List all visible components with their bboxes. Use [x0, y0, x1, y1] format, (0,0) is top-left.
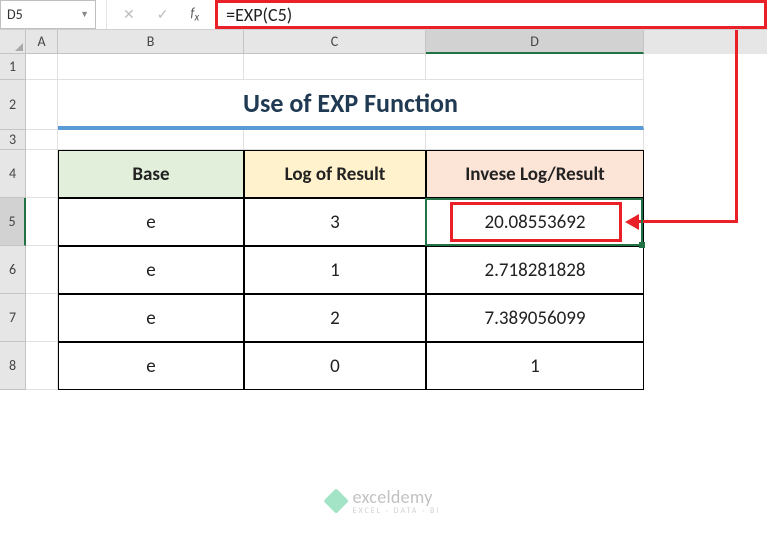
spreadsheet-grid: A B C D 1 2 Use of EXP Function 3: [0, 30, 767, 390]
logo-icon: [323, 488, 348, 513]
cell-a6[interactable]: [26, 246, 58, 294]
cell-b5[interactable]: e: [58, 198, 244, 246]
cell-d5[interactable]: 20.08553692: [426, 198, 644, 246]
row-header-4[interactable]: 4: [0, 150, 26, 198]
cell-c8[interactable]: 0: [244, 342, 426, 390]
formula-bar: D5 ▼ ✕ ✓ fx =EXP(C5): [0, 0, 767, 30]
cell-a5[interactable]: [26, 198, 58, 246]
formula-text: =EXP(C5): [226, 4, 292, 26]
arrow-head-icon: [625, 214, 639, 230]
annotation-arrow: [638, 220, 738, 223]
cell-d6[interactable]: 2.718281828: [426, 246, 644, 294]
separator: [106, 0, 107, 29]
cell-a8[interactable]: [26, 342, 58, 390]
cell-d3[interactable]: [426, 130, 644, 150]
watermark: exceldemy EXCEL · DATA · BI: [327, 486, 441, 516]
row-header-1[interactable]: 1: [0, 54, 26, 80]
formula-input[interactable]: =EXP(C5): [215, 0, 767, 29]
cell-b8[interactable]: e: [58, 342, 244, 390]
row-header-5[interactable]: 5: [0, 198, 26, 246]
row-header-6[interactable]: 6: [0, 246, 26, 294]
cell-c5[interactable]: 3: [244, 198, 426, 246]
header-log[interactable]: Log of Result: [244, 150, 426, 198]
cell-c6[interactable]: 1: [244, 246, 426, 294]
watermark-name: exceldemy: [353, 486, 433, 508]
row-header-3[interactable]: 3: [0, 130, 26, 150]
annotation-arrow: [735, 30, 738, 222]
cell-a2[interactable]: [26, 80, 58, 130]
cell-a3[interactable]: [26, 130, 58, 150]
row-header-7[interactable]: 7: [0, 294, 26, 342]
cell-c3[interactable]: [244, 130, 426, 150]
cell-b6[interactable]: e: [58, 246, 244, 294]
cell-d8[interactable]: 1: [426, 342, 644, 390]
header-inverse[interactable]: Invese Log/Result: [426, 150, 644, 198]
cell-b3[interactable]: [58, 130, 244, 150]
name-box-input[interactable]: D5 ▼: [0, 0, 96, 29]
col-header-c[interactable]: C: [244, 30, 426, 54]
col-header-a[interactable]: A: [26, 30, 58, 54]
name-box-value: D5: [7, 6, 23, 23]
accept-icon[interactable]: ✓: [157, 6, 169, 23]
column-header-row: A B C D: [0, 30, 767, 54]
col-header-d[interactable]: D: [426, 30, 644, 54]
cancel-icon[interactable]: ✕: [123, 6, 135, 23]
cell-b1[interactable]: [58, 54, 244, 80]
row-header-8[interactable]: 8: [0, 342, 26, 390]
cell-a4[interactable]: [26, 150, 58, 198]
cell-c7[interactable]: 2: [244, 294, 426, 342]
watermark-tagline: EXCEL · DATA · BI: [353, 506, 441, 516]
row-header-2[interactable]: 2: [0, 80, 26, 130]
header-base[interactable]: Base: [58, 150, 244, 198]
cell-b7[interactable]: e: [58, 294, 244, 342]
cell-c1[interactable]: [244, 54, 426, 80]
col-header-b[interactable]: B: [58, 30, 244, 54]
cell-a1[interactable]: [26, 54, 58, 80]
formula-bar-buttons: ✕ ✓ fx: [117, 0, 205, 29]
cell-d7[interactable]: 7.389056099: [426, 294, 644, 342]
fx-icon[interactable]: fx: [190, 6, 199, 24]
page-title[interactable]: Use of EXP Function: [58, 80, 644, 130]
cell-d1[interactable]: [426, 54, 644, 80]
cell-a7[interactable]: [26, 294, 58, 342]
chevron-down-icon[interactable]: ▼: [80, 9, 89, 20]
select-all-corner[interactable]: [0, 30, 26, 54]
